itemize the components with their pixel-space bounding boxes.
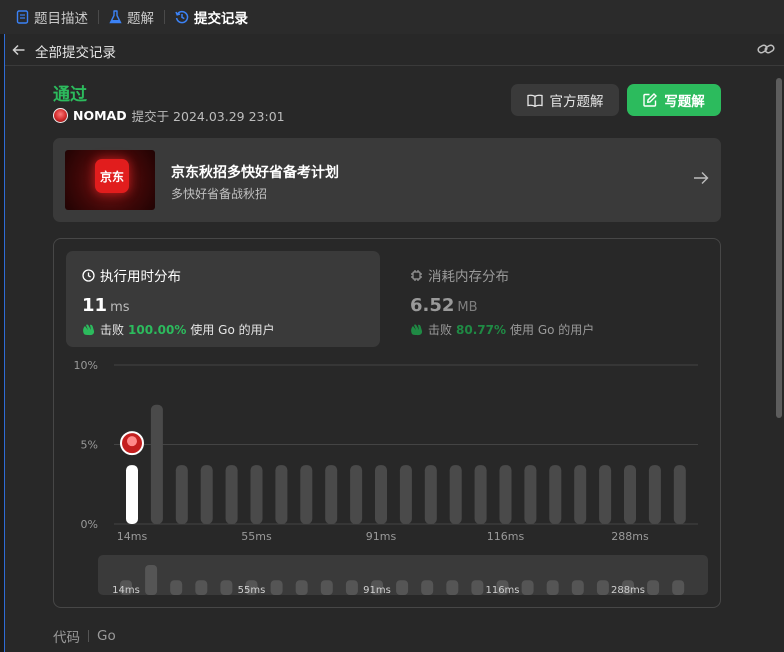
chart-bar[interactable]	[200, 465, 213, 524]
mini-tick-label: 116ms	[485, 585, 519, 596]
mini-bar	[571, 580, 584, 595]
scrollbar[interactable]	[776, 78, 782, 418]
x-tick-label: 14ms	[117, 530, 148, 543]
mini-bar	[170, 580, 183, 595]
tab-submissions-label: 提交记录	[194, 11, 248, 27]
link-icon[interactable]	[757, 42, 775, 56]
username[interactable]: NOMAD	[73, 108, 127, 123]
chart-bar[interactable]	[499, 465, 512, 524]
x-tick-label: 116ms	[487, 530, 525, 543]
chart-bar[interactable]	[624, 465, 636, 524]
chart-bar[interactable]	[175, 465, 188, 524]
chart-bar[interactable]	[599, 465, 612, 524]
official-solution-button[interactable]: 官方题解	[511, 84, 619, 116]
submission-panel: 全部提交记录 通过 NOMAD 提交于 2024.03.29 23:01 官方题…	[4, 34, 784, 652]
chart-bar[interactable]	[648, 465, 661, 524]
submitted-time: 提交于 2024.03.29 23:01	[131, 109, 285, 124]
divider	[88, 630, 89, 642]
chart-bar[interactable]	[424, 465, 437, 524]
mini-bar	[647, 580, 660, 595]
tab-divider	[164, 10, 165, 24]
promo-title: 京东秋招多快好省备考计划	[171, 165, 339, 181]
mini-bar	[345, 580, 358, 595]
doc-icon	[16, 10, 29, 24]
arrow-right-icon	[694, 172, 709, 184]
chart-bar[interactable]	[275, 465, 288, 524]
promo-card[interactable]: 京东 京东秋招多快好省备考计划 多快好省备战秋招	[53, 138, 721, 222]
mini-bar	[396, 580, 409, 595]
tab-solutions-label: 题解	[127, 11, 154, 27]
chart-bar[interactable]	[350, 465, 363, 524]
y-tick-label: 0%	[81, 518, 98, 531]
mini-tick-label: 14ms	[112, 585, 140, 596]
avatar[interactable]	[53, 108, 68, 123]
chart-bar[interactable]	[449, 465, 462, 524]
status-accepted: 通过	[53, 85, 87, 105]
mini-tick-label: 91ms	[363, 585, 391, 596]
jd-logo: 京东	[95, 159, 129, 193]
chart-bar[interactable]	[126, 465, 138, 524]
mini-bar	[471, 580, 484, 595]
chart-bar[interactable]	[549, 465, 562, 524]
tab-bar: 题目描述 题解 提交记录	[0, 0, 784, 34]
back-arrow-icon[interactable]	[12, 43, 26, 57]
mini-bar	[270, 580, 283, 595]
mini-bar	[672, 580, 685, 595]
mini-bar	[421, 580, 434, 595]
all-submissions-link[interactable]: 全部提交记录	[35, 41, 116, 61]
runtime-distribution-chart[interactable]: 0% 5% 10% 14ms 55ms 91ms 116ms 288ms 14ms 55ms 91m…	[54, 239, 720, 607]
chart-bar[interactable]	[524, 465, 537, 524]
mini-bar	[546, 580, 559, 595]
y-tick-label: 10%	[74, 359, 98, 372]
mini-tick-label: 55ms	[238, 585, 266, 596]
write-solution-label: 写题解	[664, 94, 705, 110]
edit-icon	[643, 93, 658, 107]
mini-bar	[521, 580, 534, 595]
x-tick-label: 55ms	[241, 530, 272, 543]
chart-bar[interactable]	[150, 404, 163, 524]
chart-bar[interactable]	[673, 465, 686, 524]
history-icon	[175, 10, 189, 24]
mini-bar	[295, 580, 308, 595]
book-open-icon	[526, 94, 543, 107]
code-language: Go	[97, 628, 116, 644]
mini-bar	[220, 580, 233, 595]
mini-bar	[195, 580, 208, 595]
code-section-header: 代码 Go	[53, 626, 116, 646]
user-avatar-marker-inner	[127, 436, 137, 447]
x-tick-label: 288ms	[611, 530, 649, 543]
y-tick-label: 5%	[81, 439, 98, 452]
tab-solutions[interactable]: 题解	[105, 0, 158, 34]
panel-header: 全部提交记录	[5, 34, 784, 66]
write-solution-button[interactable]: 写题解	[627, 84, 721, 116]
chart-bar[interactable]	[225, 465, 238, 524]
promo-image: 京东	[65, 150, 155, 210]
tab-submissions[interactable]: 提交记录	[171, 0, 252, 34]
mini-bar	[446, 580, 459, 595]
chart-bar[interactable]	[375, 465, 387, 524]
promo-subtitle: 多快好省备战秋招	[171, 187, 268, 201]
mini-bar	[320, 580, 333, 595]
chart-bar[interactable]	[399, 465, 412, 524]
code-label: 代码	[53, 630, 80, 646]
chart-bar[interactable]	[250, 465, 263, 524]
tab-description-label: 题目描述	[34, 11, 88, 27]
flask-icon	[109, 10, 122, 24]
tab-divider	[98, 10, 99, 24]
performance-panel: 执行用时分布 11 ms 击败 100.00% 使用 Go 的用户 消耗内存分布 …	[53, 238, 721, 608]
mini-tick-label: 288ms	[611, 585, 645, 596]
chart-bar[interactable]	[300, 465, 313, 524]
chart-bar[interactable]	[325, 465, 338, 524]
mini-bar	[596, 580, 609, 595]
tab-description[interactable]: 题目描述	[12, 0, 92, 34]
submitter-info: NOMAD 提交于 2024.03.29 23:01	[53, 106, 285, 125]
official-solution-label: 官方题解	[549, 94, 604, 110]
chart-bar[interactable]	[474, 465, 487, 524]
mini-bar	[145, 565, 158, 595]
chart-bar[interactable]	[574, 465, 587, 524]
x-tick-label: 91ms	[366, 530, 397, 543]
